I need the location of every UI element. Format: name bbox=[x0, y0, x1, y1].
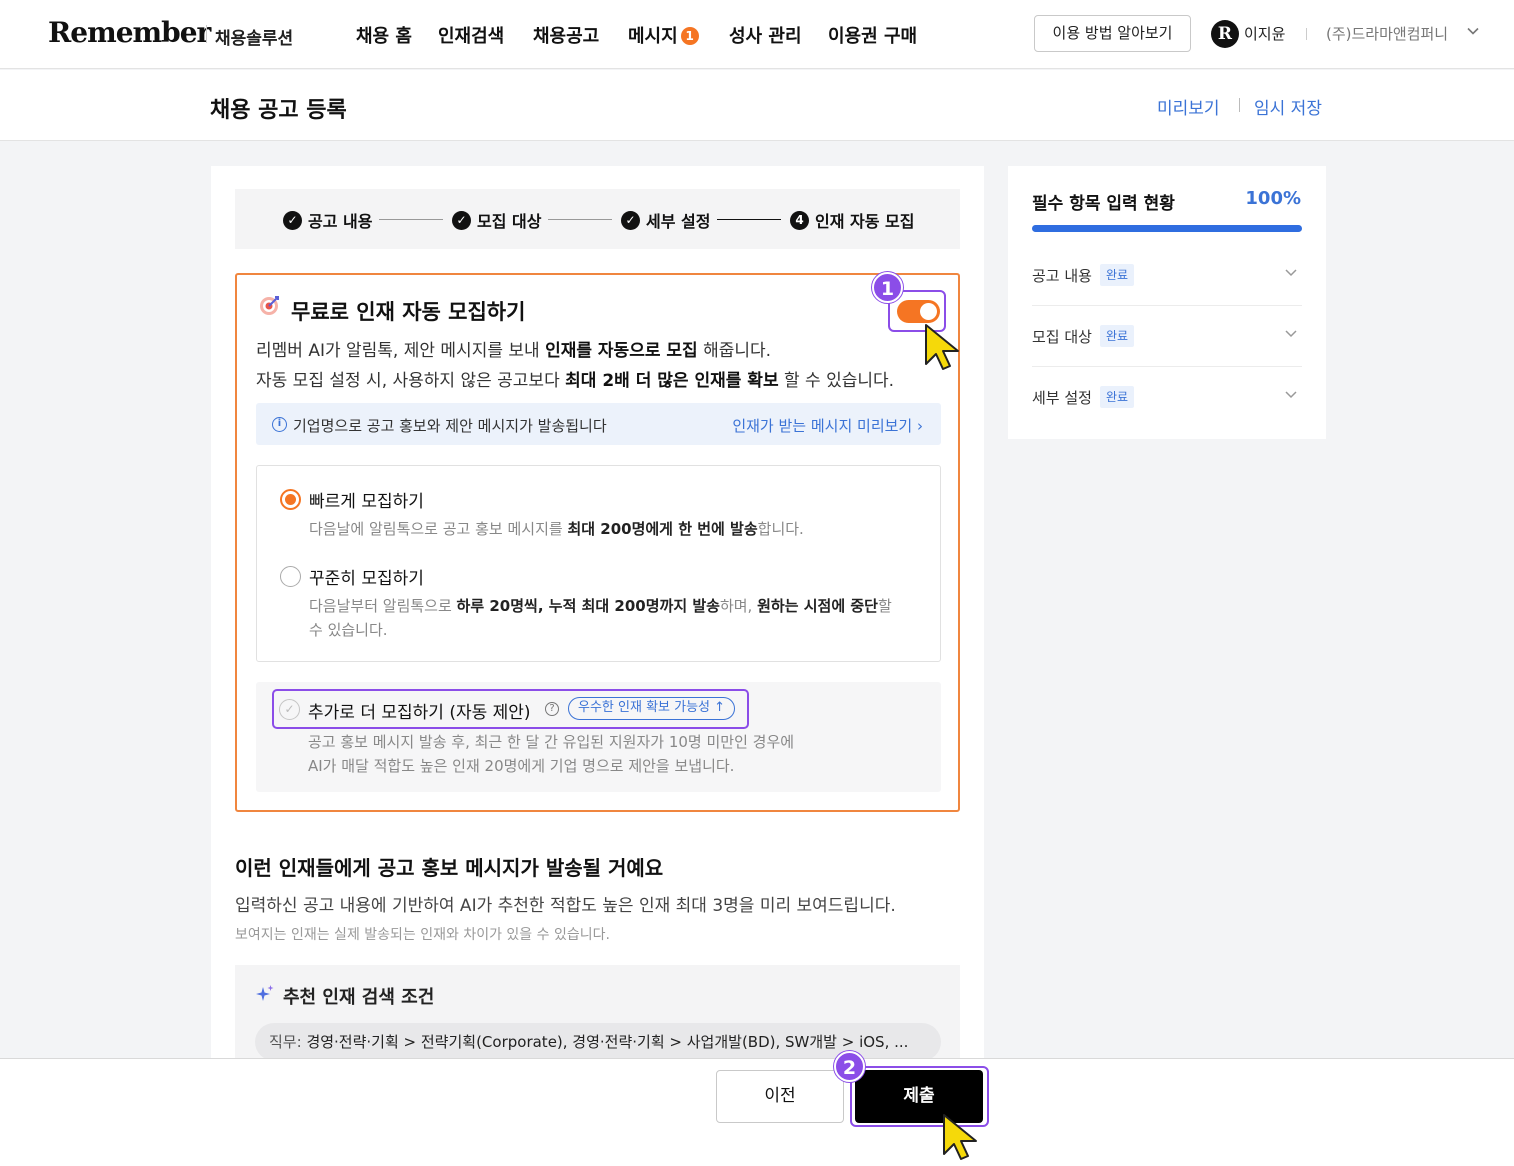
chevron-down-icon[interactable] bbox=[1282, 263, 1300, 281]
chevron-right-icon: › bbox=[917, 417, 923, 435]
chevron-down-icon[interactable] bbox=[1466, 24, 1480, 38]
steady-recruit-label[interactable]: 꾸준히 모집하기 bbox=[309, 564, 424, 589]
extra-recruit-option: ✓ 추가로 더 모집하기 (자동 제안) ? 우수한 인재 확보 가능성 ↑ 공… bbox=[256, 682, 941, 792]
complete-badge: 완료 bbox=[1100, 325, 1135, 347]
status-row-target[interactable]: 모집 대상 완료 bbox=[1032, 306, 1302, 367]
nav-item-messages[interactable]: 메시지 1 bbox=[628, 22, 699, 48]
page-title: 채용 공고 등록 bbox=[210, 98, 347, 123]
chevron-down-icon[interactable] bbox=[1282, 385, 1300, 403]
logo-divider bbox=[206, 25, 207, 43]
user-name[interactable]: 이지윤 bbox=[1244, 23, 1285, 44]
cursor-arrow-icon bbox=[943, 1114, 977, 1160]
status-row-details[interactable]: 세부 설정 완료 bbox=[1032, 367, 1302, 428]
progress-bar bbox=[1032, 225, 1302, 232]
row-label: 세부 설정 bbox=[1032, 389, 1092, 407]
step-posting-content[interactable]: ✓ 공고 내용 bbox=[283, 208, 372, 232]
step-connector bbox=[379, 219, 443, 220]
message-count-badge: 1 bbox=[680, 27, 699, 45]
step-target[interactable]: ✓ 모집 대상 bbox=[452, 208, 541, 232]
radio-steady-recruit[interactable] bbox=[280, 566, 301, 587]
fast-recruit-label[interactable]: 빠르게 모집하기 bbox=[309, 487, 424, 512]
auto-recruit-desc-1: 리멤버 AI가 알림톡, 제안 메시지를 보내 인재를 자동으로 모집 해줍니다… bbox=[256, 341, 772, 361]
sparkle-icon bbox=[256, 985, 274, 1001]
talent-quality-pill: 우수한 인재 확보 가능성 ↑ bbox=[568, 697, 736, 720]
step-connector bbox=[717, 219, 781, 220]
previous-button[interactable]: 이전 bbox=[716, 1070, 844, 1123]
recommend-section-note: 보여지는 인재는 실제 발송되는 인재와 차이가 있을 수 있습니다. bbox=[235, 927, 610, 943]
arrow-up-icon: ↑ bbox=[714, 700, 726, 715]
nav-item-job-posts[interactable]: 채용공고 bbox=[533, 22, 599, 48]
extra-recruit-label[interactable]: 추가로 더 모집하기 (자동 제안) bbox=[308, 698, 531, 723]
step-label: 공고 내용 bbox=[308, 212, 373, 231]
check-icon: ✓ bbox=[452, 210, 471, 230]
step-label: 모집 대상 bbox=[477, 212, 542, 231]
fast-recruit-desc: 다음날에 알림톡으로 공고 홍보 메시지를 최대 200명에게 한 번에 발송합… bbox=[309, 520, 804, 538]
row-label: 공고 내용 bbox=[1032, 267, 1092, 285]
check-icon: ✓ bbox=[621, 210, 640, 230]
message-preview-link[interactable]: 인재가 받는 메시지 미리보기 › bbox=[732, 415, 923, 436]
remember-logo[interactable]: Remember bbox=[48, 16, 211, 49]
auto-recruit-desc-2: 자동 모집 설정 시, 사용하지 않은 공고보다 최대 2배 더 많은 인재를 … bbox=[256, 371, 895, 391]
chevron-down-icon[interactable] bbox=[1282, 324, 1300, 342]
job-post-form: ✓ 공고 내용 ✓ 모집 대상 ✓ 세부 설정 4 인재 자동 모집 무료로 인재 자동… bbox=[211, 166, 984, 1075]
radio-fast-recruit[interactable] bbox=[280, 489, 301, 510]
nav-item-recruit-home[interactable]: 채용 홈 bbox=[356, 22, 412, 48]
auto-recruit-panel: 무료로 인재 자동 모집하기 리멤버 AI가 알림톡, 제안 메시지를 보내 인… bbox=[235, 273, 960, 812]
step-label: 세부 설정 bbox=[646, 212, 711, 231]
logo-subtitle[interactable]: 채용솔루션 bbox=[215, 24, 293, 49]
row-label: 모집 대상 bbox=[1032, 328, 1092, 346]
step-marker-2: 2 bbox=[834, 1051, 865, 1082]
status-percent: 100% bbox=[1245, 188, 1301, 209]
step-details[interactable]: ✓ 세부 설정 bbox=[621, 208, 710, 232]
recommend-section-title: 이런 인재들에게 공고 홍보 메시지가 발송될 거예요 bbox=[235, 856, 664, 880]
status-row-posting-content[interactable]: 공고 내용 완료 bbox=[1032, 245, 1302, 306]
criteria-title: 추천 인재 검색 조건 bbox=[283, 987, 435, 1008]
save-draft-link[interactable]: 임시 저장 bbox=[1254, 94, 1322, 119]
nav-item-talent-search[interactable]: 인재검색 bbox=[438, 22, 504, 48]
info-banner: i 기업명으로 공고 홍보와 제안 메시지가 발송됩니다 인재가 받는 메시지 … bbox=[256, 403, 941, 445]
target-icon bbox=[260, 296, 279, 315]
step-number: 4 bbox=[790, 210, 809, 230]
nav-divider bbox=[1306, 28, 1307, 40]
bottom-action-bar: 이전 제출 bbox=[0, 1058, 1514, 1166]
check-icon: ✓ bbox=[283, 210, 302, 230]
recommend-section-desc: 입력하신 공고 내용에 기반하여 AI가 추천한 적합도 높은 인재 최대 3명… bbox=[235, 896, 896, 916]
step-auto-recruit[interactable]: 4 인재 자동 모집 bbox=[790, 208, 914, 232]
steady-recruit-desc: 다음날부터 알림톡으로 하루 20명씩, 누적 최대 200명까지 발송하며, … bbox=[309, 597, 892, 639]
info-icon: i bbox=[272, 417, 287, 432]
step-connector bbox=[548, 219, 612, 220]
step-marker-1: 1 bbox=[872, 272, 903, 303]
cursor-arrow-icon bbox=[925, 324, 959, 370]
nav-item-purchase-pass[interactable]: 이용권 구매 bbox=[828, 22, 917, 48]
complete-badge: 완료 bbox=[1100, 386, 1135, 408]
info-text: 기업명으로 공고 홍보와 제안 메시지가 발송됩니다 bbox=[293, 417, 607, 435]
nav-item-hire-management[interactable]: 성사 관리 bbox=[729, 22, 802, 48]
page-header: 채용 공고 등록 미리보기 임시 저장 bbox=[0, 70, 1514, 141]
complete-badge: 완료 bbox=[1100, 264, 1135, 286]
required-fields-status: 필수 항목 입력 현황 100% 공고 내용 완료 모집 대상 완료 세부 설정… bbox=[1008, 166, 1326, 439]
preview-link[interactable]: 미리보기 bbox=[1157, 94, 1220, 119]
auto-recruit-toggle[interactable] bbox=[897, 300, 940, 323]
progress-fill bbox=[1032, 225, 1302, 232]
recruit-speed-options: 빠르게 모집하기 다음날에 알림톡으로 공고 홍보 메시지를 최대 200명에게… bbox=[256, 465, 941, 662]
auto-recruit-title: 무료로 인재 자동 모집하기 bbox=[291, 300, 526, 324]
nav-item-messages-label: 메시지 bbox=[628, 26, 678, 47]
usage-guide-button[interactable]: 이용 방법 알아보기 bbox=[1034, 15, 1191, 52]
company-selector[interactable]: (주)드라마앤컴퍼니 bbox=[1326, 23, 1448, 44]
avatar[interactable]: R bbox=[1211, 20, 1239, 48]
status-title: 필수 항목 입력 현황 bbox=[1032, 194, 1175, 214]
header-divider bbox=[1239, 98, 1240, 112]
check-icon[interactable]: ✓ bbox=[279, 699, 300, 720]
extra-recruit-desc: 공고 홍보 메시지 발송 후, 최근 한 달 간 유입된 지원자가 10명 미만… bbox=[308, 733, 795, 775]
help-icon[interactable]: ? bbox=[545, 702, 559, 716]
step-label: 인재 자동 모집 bbox=[815, 212, 915, 231]
top-nav: Remember 채용솔루션 채용 홈 인재검색 채용공고 메시지 1 성사 관리… bbox=[0, 0, 1514, 69]
stepper: ✓ 공고 내용 ✓ 모집 대상 ✓ 세부 설정 4 인재 자동 모집 bbox=[235, 189, 960, 249]
